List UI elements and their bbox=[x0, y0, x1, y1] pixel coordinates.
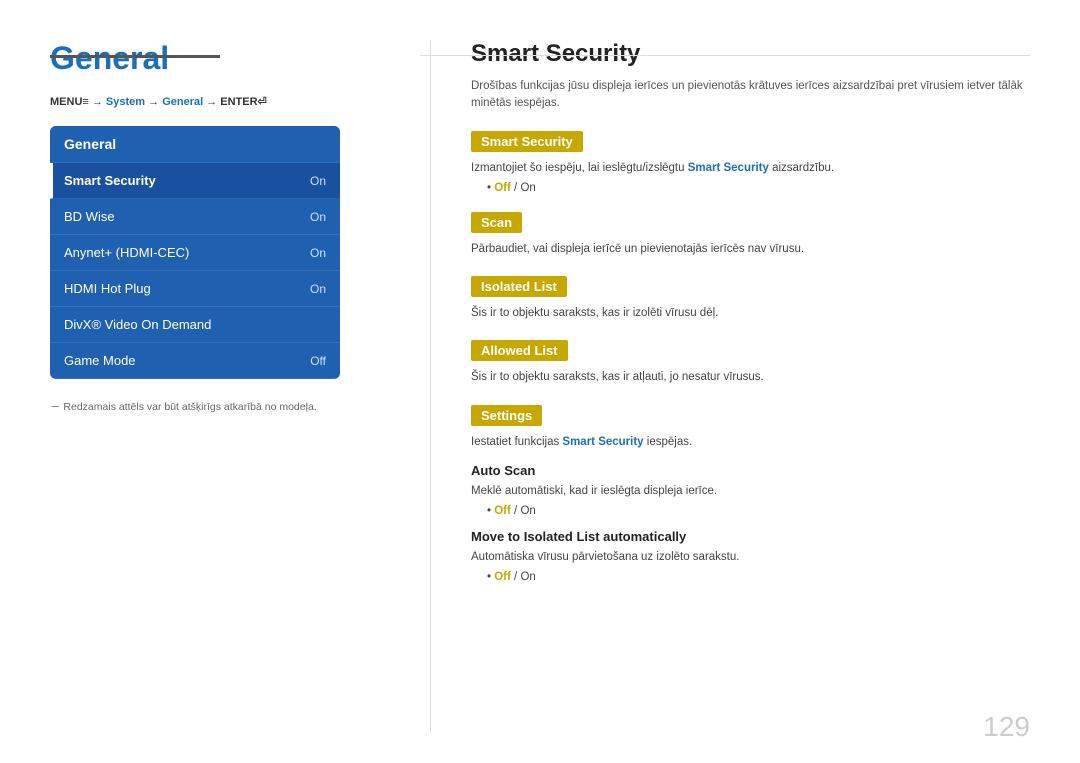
top-decorative-line bbox=[50, 55, 220, 58]
option-auto-scan: Off / On bbox=[487, 505, 1030, 517]
desc-auto-scan: Meklē automātiski, kad ir ieslēgta displ… bbox=[471, 483, 1030, 500]
option-move-isolated: Off / On bbox=[487, 571, 1030, 583]
menu-header: General bbox=[50, 126, 340, 163]
section-settings: Settings Iestatiet funkcijas Smart Secur… bbox=[471, 405, 1030, 584]
section-scan: Scan Pārbaudiet, vai displeja ierīcē un … bbox=[471, 212, 1030, 258]
bold-smart-security-2: Smart Security bbox=[562, 436, 643, 448]
sub-section-move-isolated: Move to Isolated List automatically Auto… bbox=[471, 529, 1030, 583]
menu-item-game-mode-label: Game Mode bbox=[64, 353, 136, 368]
page-title: General bbox=[50, 40, 380, 77]
right-column: Smart Security Drošības funkcijas jūsu d… bbox=[451, 40, 1030, 733]
desc-scan: Pārbaudiet, vai displeja ierīcē un pievi… bbox=[471, 241, 1030, 258]
top-separator-line bbox=[420, 55, 1030, 56]
heading-settings: Settings bbox=[471, 405, 542, 426]
desc-isolated-list: Šis ir to objektu saraksts, kas ir izolē… bbox=[471, 305, 1030, 322]
breadcrumb-general: General bbox=[162, 96, 203, 108]
menu-item-bd-wise-label: BD Wise bbox=[64, 209, 115, 224]
menu-item-hdmi-hot-plug-value: On bbox=[310, 282, 326, 296]
menu-item-anynet-value: On bbox=[310, 246, 326, 260]
desc-settings: Iestatiet funkcijas Smart Security iespē… bbox=[471, 434, 1030, 451]
desc-move-isolated: Automātiska vīrusu pārvietošana uz izolē… bbox=[471, 549, 1030, 566]
menu-item-smart-security-value: On bbox=[310, 174, 326, 188]
content-intro: Drošības funkcijas jūsu displeja ierīces… bbox=[471, 78, 1030, 113]
menu-item-hdmi-hot-plug[interactable]: HDMI Hot Plug On bbox=[50, 271, 340, 307]
section-smart-security: Smart Security Izmantojiet šo iespēju, l… bbox=[471, 131, 1030, 194]
menu-box: General Smart Security On BD Wise On Any… bbox=[50, 126, 340, 379]
heading-allowed-list: Allowed List bbox=[471, 340, 568, 361]
menu-item-bd-wise-value: On bbox=[310, 210, 326, 224]
option-slash-1: / bbox=[511, 182, 521, 194]
option-on-1: On bbox=[520, 182, 535, 194]
section-isolated-list: Isolated List Šis ir to objektu saraksts… bbox=[471, 276, 1030, 322]
section-allowed-list: Allowed List Šis ir to objektu saraksts,… bbox=[471, 340, 1030, 386]
vertical-divider bbox=[430, 40, 431, 733]
breadcrumb: MENU≡ → System → General → ENTER⏎ bbox=[50, 95, 380, 108]
sub-title-auto-scan: Auto Scan bbox=[471, 463, 1030, 478]
breadcrumb-system: System bbox=[106, 96, 145, 108]
option-smart-security: Off / On bbox=[487, 182, 1030, 194]
option-off-1: Off bbox=[494, 182, 511, 194]
menu-item-anynet-label: Anynet+ (HDMI-CEC) bbox=[64, 245, 189, 260]
option-on-2: On bbox=[520, 505, 535, 517]
menu-item-divx[interactable]: DivX® Video On Demand bbox=[50, 307, 340, 343]
option-slash-2: / bbox=[511, 505, 521, 517]
footnote: － Redzamais attēls var būt atšķirīgs atk… bbox=[50, 399, 380, 414]
menu-item-smart-security[interactable]: Smart Security On bbox=[50, 163, 340, 199]
sub-section-auto-scan: Auto Scan Meklē automātiski, kad ir iesl… bbox=[471, 463, 1030, 517]
content-main-title: Smart Security bbox=[471, 40, 1030, 68]
menu-item-smart-security-label: Smart Security bbox=[64, 173, 156, 188]
option-slash-3: / bbox=[511, 571, 521, 583]
heading-scan: Scan bbox=[471, 212, 522, 233]
menu-item-anynet[interactable]: Anynet+ (HDMI-CEC) On bbox=[50, 235, 340, 271]
heading-isolated-list: Isolated List bbox=[471, 276, 567, 297]
bold-smart-security: Smart Security bbox=[688, 162, 769, 174]
menu-item-bd-wise[interactable]: BD Wise On bbox=[50, 199, 340, 235]
desc-smart-security: Izmantojiet šo iespēju, lai ieslēgtu/izs… bbox=[471, 160, 1030, 177]
sub-title-move-isolated: Move to Isolated List automatically bbox=[471, 529, 1030, 544]
menu-item-game-mode[interactable]: Game Mode Off bbox=[50, 343, 340, 379]
heading-smart-security: Smart Security bbox=[471, 131, 583, 152]
option-off-2: Off bbox=[494, 505, 511, 517]
option-off-3: Off bbox=[494, 571, 511, 583]
option-on-3: On bbox=[520, 571, 535, 583]
menu-item-hdmi-hot-plug-label: HDMI Hot Plug bbox=[64, 281, 151, 296]
menu-item-game-mode-value: Off bbox=[310, 354, 326, 368]
desc-allowed-list: Šis ir to objektu saraksts, kas ir atļau… bbox=[471, 369, 1030, 386]
menu-item-divx-label: DivX® Video On Demand bbox=[64, 317, 211, 332]
page-number: 129 bbox=[983, 711, 1030, 743]
left-column: General MENU≡ → System → General → ENTER… bbox=[50, 40, 410, 733]
